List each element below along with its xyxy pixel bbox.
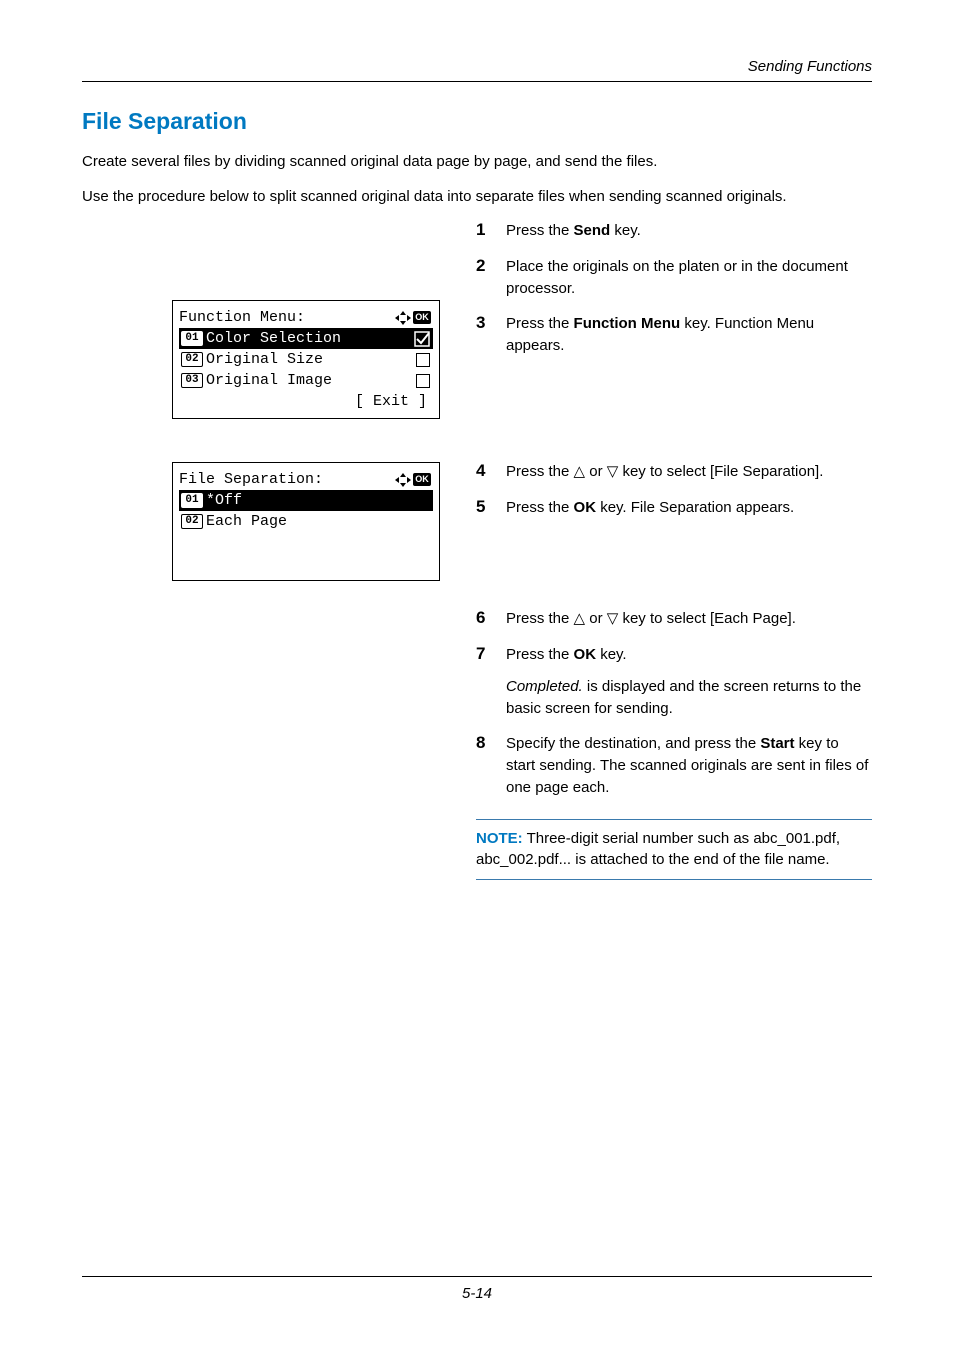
- row-number-badge: 01: [181, 331, 203, 346]
- note-label: NOTE:: [476, 830, 523, 847]
- step-number: 6: [476, 608, 506, 630]
- step-5: 5 Press the OK key. File Separation appe…: [476, 497, 872, 519]
- row-label: Original Size: [206, 349, 323, 370]
- lcd-function-menu: Function Menu: OK 01 Color Selection: [172, 300, 440, 419]
- row-label: *Off: [206, 490, 242, 511]
- note-rule-top: [476, 819, 872, 820]
- lcd-nav-icons: OK: [395, 311, 431, 325]
- step-8: 8 Specify the destination, and press the…: [476, 733, 872, 798]
- step-text: Press the Function Menu key. Function Me…: [506, 313, 872, 357]
- note-text: NOTE: Three-digit serial number such as …: [476, 825, 872, 875]
- checkbox-empty-icon: [416, 374, 430, 388]
- step-number: 1: [476, 220, 506, 242]
- note-block: NOTE: Three-digit serial number such as …: [476, 819, 872, 881]
- nav-arrows-icon: [395, 473, 411, 487]
- row-label: Each Page: [206, 511, 287, 532]
- row-number-badge: 02: [181, 514, 203, 529]
- intro-paragraph-2: Use the procedure below to split scanned…: [82, 186, 872, 209]
- lcd-row-blank: [179, 532, 433, 553]
- header-rule: [82, 81, 872, 82]
- page-footer: 5-14: [0, 1276, 954, 1302]
- nav-arrows-icon: [395, 311, 411, 325]
- intro-paragraph-1: Create several files by dividing scanned…: [82, 151, 872, 174]
- step-text: Press the Send key.: [506, 220, 641, 242]
- step-number: 3: [476, 313, 506, 357]
- step-text: Specify the destination, and press the S…: [506, 733, 872, 798]
- step-number: 8: [476, 733, 506, 798]
- lcd-row-blank: [179, 553, 433, 574]
- step-number: 7: [476, 644, 506, 719]
- running-header: Sending Functions: [82, 58, 872, 75]
- lcd-exit-row: [ Exit ]: [179, 391, 433, 412]
- row-label: Color Selection: [206, 328, 341, 349]
- lcd-row-selected: 01 *Off: [179, 490, 433, 511]
- ok-badge: OK: [413, 311, 431, 324]
- step-text: Place the originals on the platen or in …: [506, 256, 872, 300]
- step-text: Press the OK key. File Separation appear…: [506, 497, 794, 519]
- lcd-title: Function Menu:: [179, 307, 395, 328]
- lcd-file-separation: File Separation: OK 01 *Off 02 Each P: [172, 462, 440, 581]
- row-label: Original Image: [206, 370, 332, 391]
- section-title: File Separation: [82, 108, 872, 135]
- step-7: 7 Press the OK key. Completed. is displa…: [476, 644, 872, 719]
- step-2: 2 Place the originals on the platen or i…: [476, 256, 872, 300]
- lcd-row: 02 Original Size: [179, 349, 433, 370]
- checkbox-empty-icon: [416, 353, 430, 367]
- checkbox-checked-icon: [414, 331, 430, 347]
- step-4: 4 Press the △ or ▽ key to select [File S…: [476, 461, 872, 483]
- step-text: Press the △ or ▽ key to select [Each Pag…: [506, 608, 796, 630]
- page-number: 5-14: [0, 1285, 954, 1302]
- lcd-row-selected: 01 Color Selection: [179, 328, 433, 349]
- ok-badge: OK: [413, 473, 431, 486]
- step-3: 3 Press the Function Menu key. Function …: [476, 313, 872, 357]
- lcd-title-row: Function Menu: OK: [179, 307, 433, 328]
- note-rule-bottom: [476, 879, 872, 880]
- step-number: 2: [476, 256, 506, 300]
- lcd-title-row: File Separation: OK: [179, 469, 433, 490]
- row-number-badge: 02: [181, 352, 203, 367]
- step-text: Press the OK key. Completed. is displaye…: [506, 644, 872, 719]
- step-subtext: Completed. is displayed and the screen r…: [506, 676, 872, 720]
- footer-rule: [82, 1276, 872, 1277]
- row-number-badge: 03: [181, 373, 203, 388]
- step-text: Press the △ or ▽ key to select [File Sep…: [506, 461, 823, 483]
- lcd-row: 03 Original Image: [179, 370, 433, 391]
- exit-label: [ Exit ]: [355, 391, 427, 412]
- row-number-badge: 01: [181, 493, 203, 508]
- lcd-nav-icons: OK: [395, 473, 431, 487]
- step-1: 1 Press the Send key.: [476, 220, 872, 242]
- step-6: 6 Press the △ or ▽ key to select [Each P…: [476, 608, 872, 630]
- step-number: 5: [476, 497, 506, 519]
- step-number: 4: [476, 461, 506, 483]
- lcd-row: 02 Each Page: [179, 511, 433, 532]
- lcd-title: File Separation:: [179, 469, 395, 490]
